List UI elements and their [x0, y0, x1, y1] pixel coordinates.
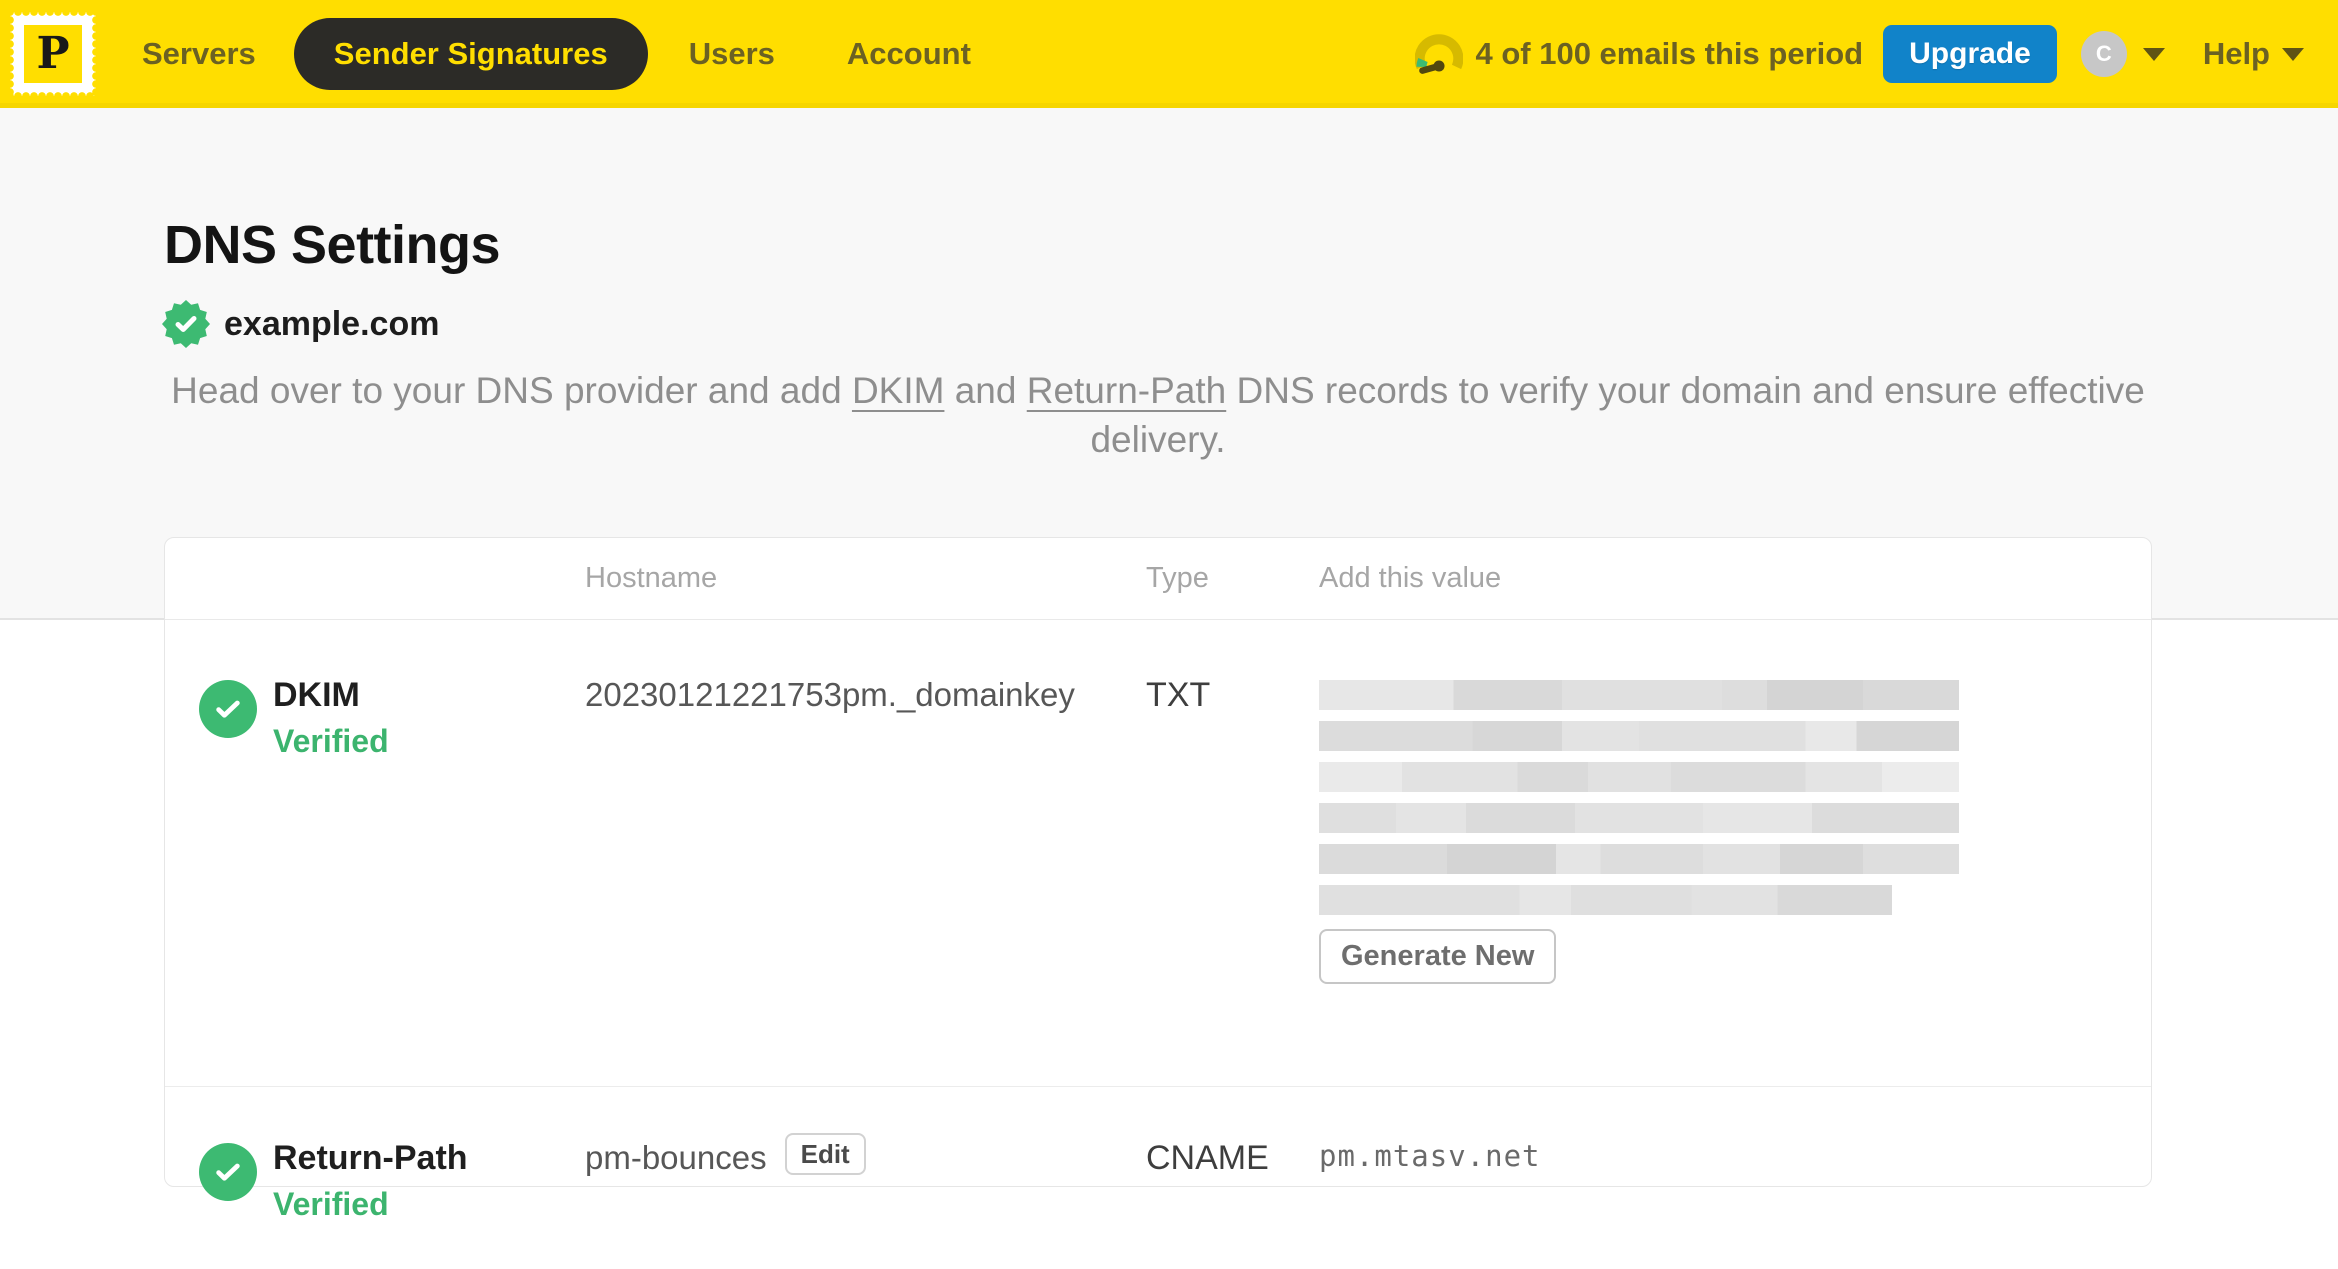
record-name: DKIM [273, 676, 360, 714]
stamp-perforation [6, 7, 100, 17]
value-cell: pm.mtasv.net [1319, 1139, 2151, 1269]
record-name: Return-Path [273, 1139, 468, 1177]
chevron-down-icon [2282, 47, 2304, 61]
table-header-row: Hostname Type Add this value [165, 538, 2151, 620]
instructions-text: and [944, 370, 1027, 411]
table-row-dkim: DKIM Verified 20230121221753pm._domainke… [165, 620, 2151, 1087]
account-menu[interactable]: C [2080, 31, 2165, 77]
status-cell [165, 1139, 273, 1269]
dkim-link[interactable]: DKIM [852, 370, 945, 411]
redacted-line [1319, 844, 1959, 874]
table-row-return-path: Return-Path Verified pm-bounces Edit CNA… [165, 1087, 2151, 1269]
type-cell: TXT [1146, 676, 1211, 714]
topbar-right-group: 4 of 100 emails this period Upgrade C He… [1415, 25, 2304, 83]
dns-instructions: Head over to your DNS provider and add D… [164, 366, 2152, 464]
instructions-text: DNS records to verify your domain and en… [1090, 370, 2145, 460]
verified-check-icon [199, 680, 257, 738]
verified-seal-icon [162, 300, 210, 348]
hostname-cell: pm-bounces Edit [585, 1133, 1146, 1269]
edit-button[interactable]: Edit [784, 1133, 866, 1175]
instructions-text: Head over to your DNS provider and add [171, 370, 852, 411]
hostname-cell: 20230121221753pm._domainkey [585, 676, 1075, 713]
nav-item-account[interactable]: Account [847, 36, 971, 72]
value-cell: Generate New [1319, 676, 2151, 1086]
record-label-cell: DKIM Verified [273, 676, 585, 1086]
main-nav: Servers Sender Signatures Users Account [96, 18, 971, 90]
redacted-line [1319, 803, 1959, 833]
logo-letter: P [24, 25, 82, 83]
type-cell: CNAME [1146, 1139, 1269, 1177]
nav-item-sender-signatures[interactable]: Sender Signatures [293, 18, 648, 90]
dns-settings-page: P Servers Sender Signatures Users Accoun… [0, 0, 2338, 1222]
cname-value: pm.mtasv.net [1319, 1139, 1541, 1173]
record-label-cell: Return-Path Verified [273, 1139, 585, 1269]
verified-domain: example.com [162, 300, 439, 348]
redacted-line [1319, 762, 1959, 792]
stamp-perforation [6, 91, 100, 101]
column-header-type: Type [1146, 562, 1209, 594]
help-label[interactable]: Help [2203, 36, 2270, 72]
page-title: DNS Settings [164, 215, 501, 275]
column-header-hostname: Hostname [585, 562, 718, 594]
generate-new-button[interactable]: Generate New [1319, 929, 1557, 984]
postmark-logo[interactable]: P [5, 7, 101, 101]
stamp-perforation [5, 8, 15, 100]
status-badge: Verified [273, 1186, 389, 1222]
upgrade-button[interactable]: Upgrade [1883, 25, 2057, 83]
stamp-perforation [91, 8, 101, 100]
nav-item-servers[interactable]: Servers [142, 36, 256, 72]
domain-name: example.com [224, 304, 440, 343]
return-path-link[interactable]: Return-Path [1027, 370, 1227, 411]
verified-check-icon [199, 1143, 257, 1201]
redacted-line [1319, 721, 1959, 751]
status-badge: Verified [273, 723, 389, 759]
usage-status: 4 of 100 emails this period [1475, 36, 1864, 71]
hostname-value: pm-bounces [585, 1139, 767, 1176]
usage-gauge-icon [1415, 34, 1464, 74]
top-navigation-bar: P Servers Sender Signatures Users Accoun… [0, 0, 2338, 108]
help-menu[interactable]: Help [2203, 36, 2304, 72]
dns-records-table: Hostname Type Add this value DKIM Verifi… [164, 537, 2152, 1222]
redacted-dkim-value [1319, 680, 1959, 915]
nav-item-users[interactable]: Users [689, 36, 775, 72]
redacted-line [1319, 885, 1892, 915]
redacted-line [1319, 680, 1959, 710]
chevron-down-icon [2142, 47, 2165, 61]
column-header-value: Add this value [1319, 562, 1502, 594]
avatar[interactable]: C [2080, 31, 2127, 77]
status-cell [165, 676, 273, 1086]
